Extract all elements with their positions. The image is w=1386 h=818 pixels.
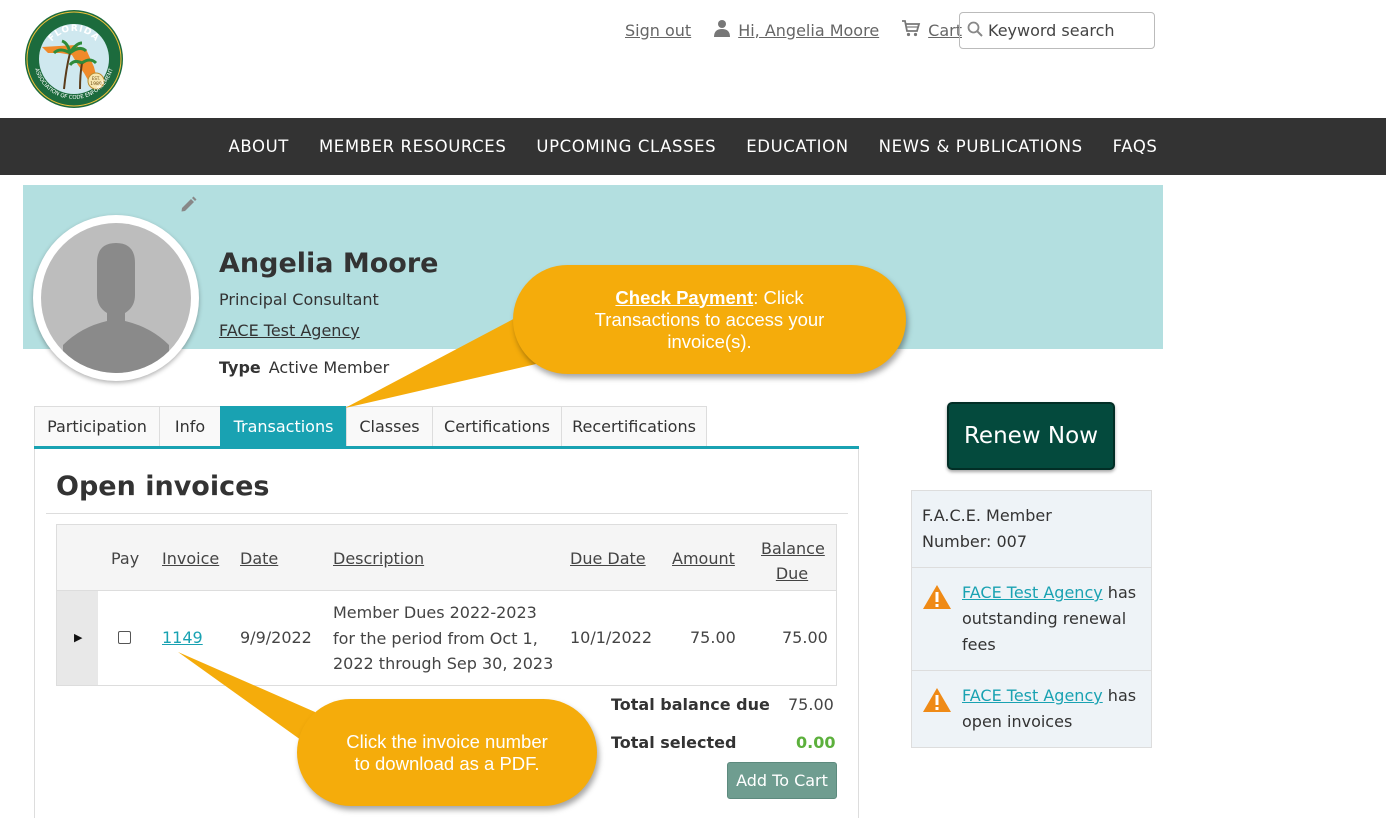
callout1-bold: Check Payment — [615, 286, 754, 308]
callout-download-pdf: Click the invoice number to download as … — [297, 699, 597, 806]
callout-pointers — [178, 305, 575, 788]
callout-check-payment: Check Payment: Click Transactions to acc… — [513, 265, 906, 374]
callout2-text: Click the invoice number to download as … — [346, 730, 548, 774]
